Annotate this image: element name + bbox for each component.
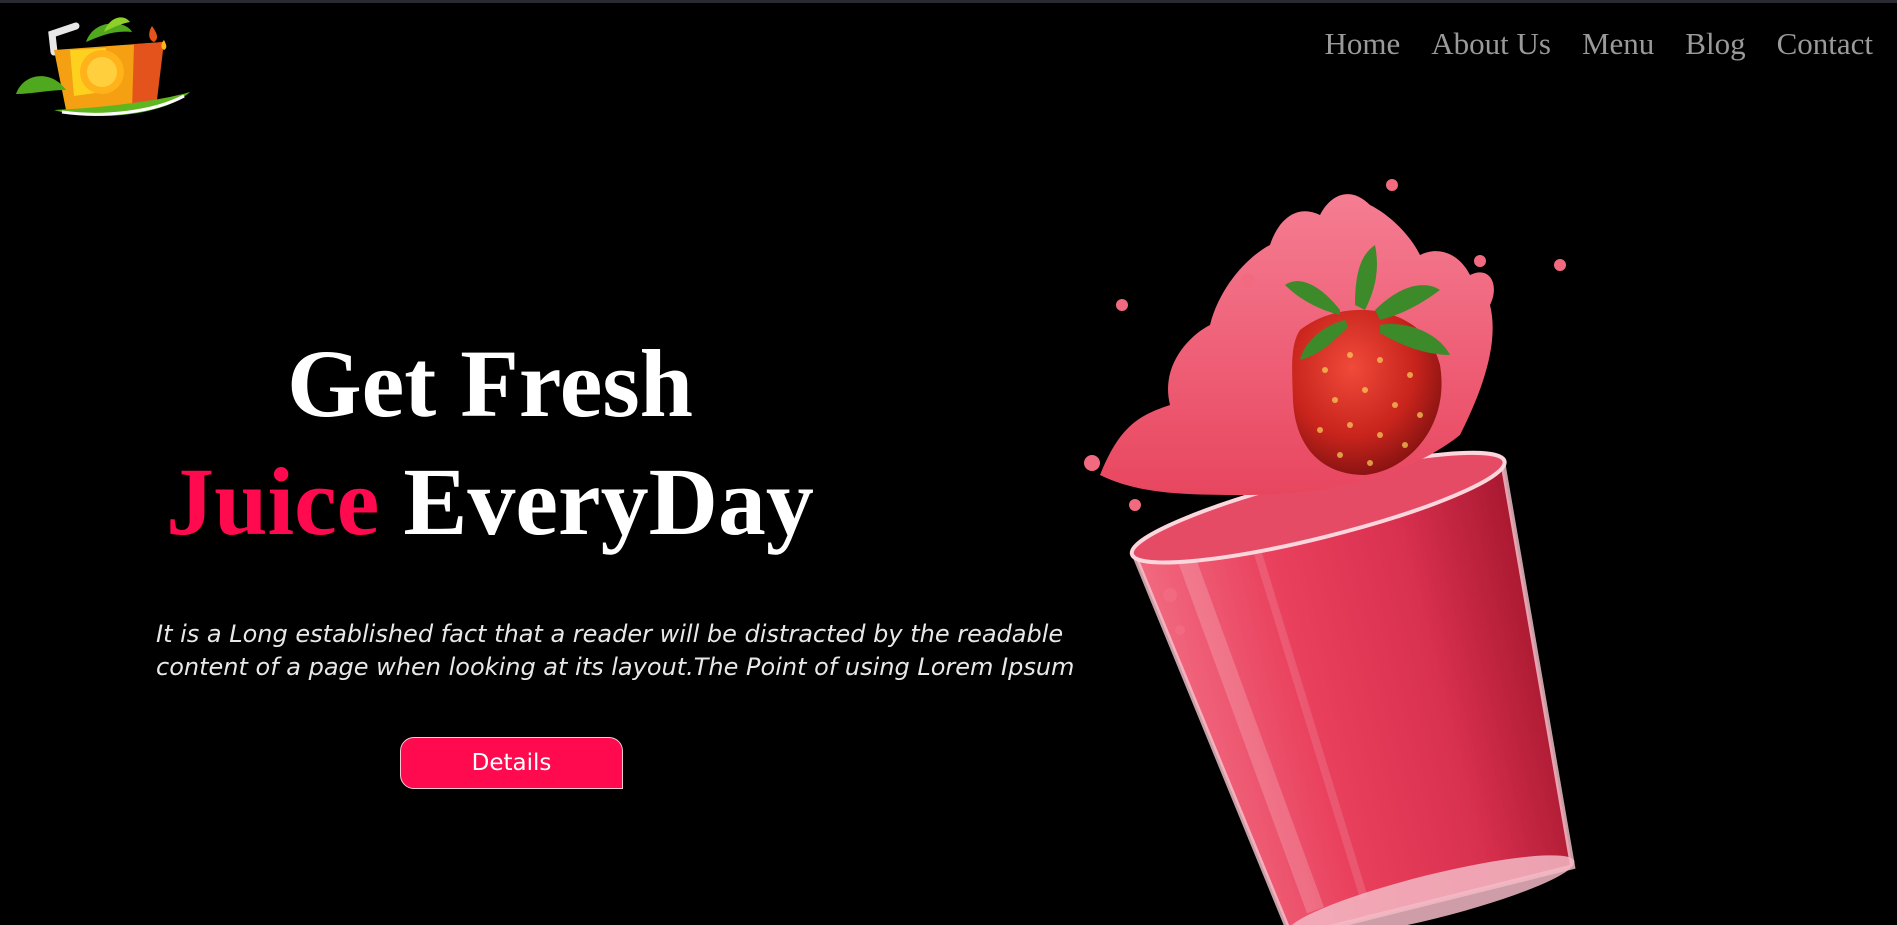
hero-title-line1: Get Fresh: [286, 330, 694, 437]
hero-description: It is a Long established fact that a rea…: [156, 620, 1075, 681]
hero-title: Get Fresh Juice EveryDay: [120, 325, 860, 561]
juice-logo[interactable]: [14, 12, 194, 124]
strawberry-juice-glass: [1080, 175, 1600, 925]
hero-title-line2: EveryDay: [403, 448, 814, 555]
nav-contact[interactable]: Contact: [1777, 28, 1873, 59]
nav-blog[interactable]: Blog: [1685, 28, 1745, 59]
nav-home[interactable]: Home: [1324, 28, 1400, 59]
nav-menu[interactable]: Menu: [1582, 28, 1654, 59]
details-button[interactable]: Details: [400, 737, 623, 789]
main-nav: Home About Us Menu Blog Contact: [1324, 28, 1873, 59]
top-border: [0, 0, 1897, 3]
hero-title-accent: Juice: [166, 448, 380, 555]
nav-about-us[interactable]: About Us: [1431, 28, 1551, 59]
